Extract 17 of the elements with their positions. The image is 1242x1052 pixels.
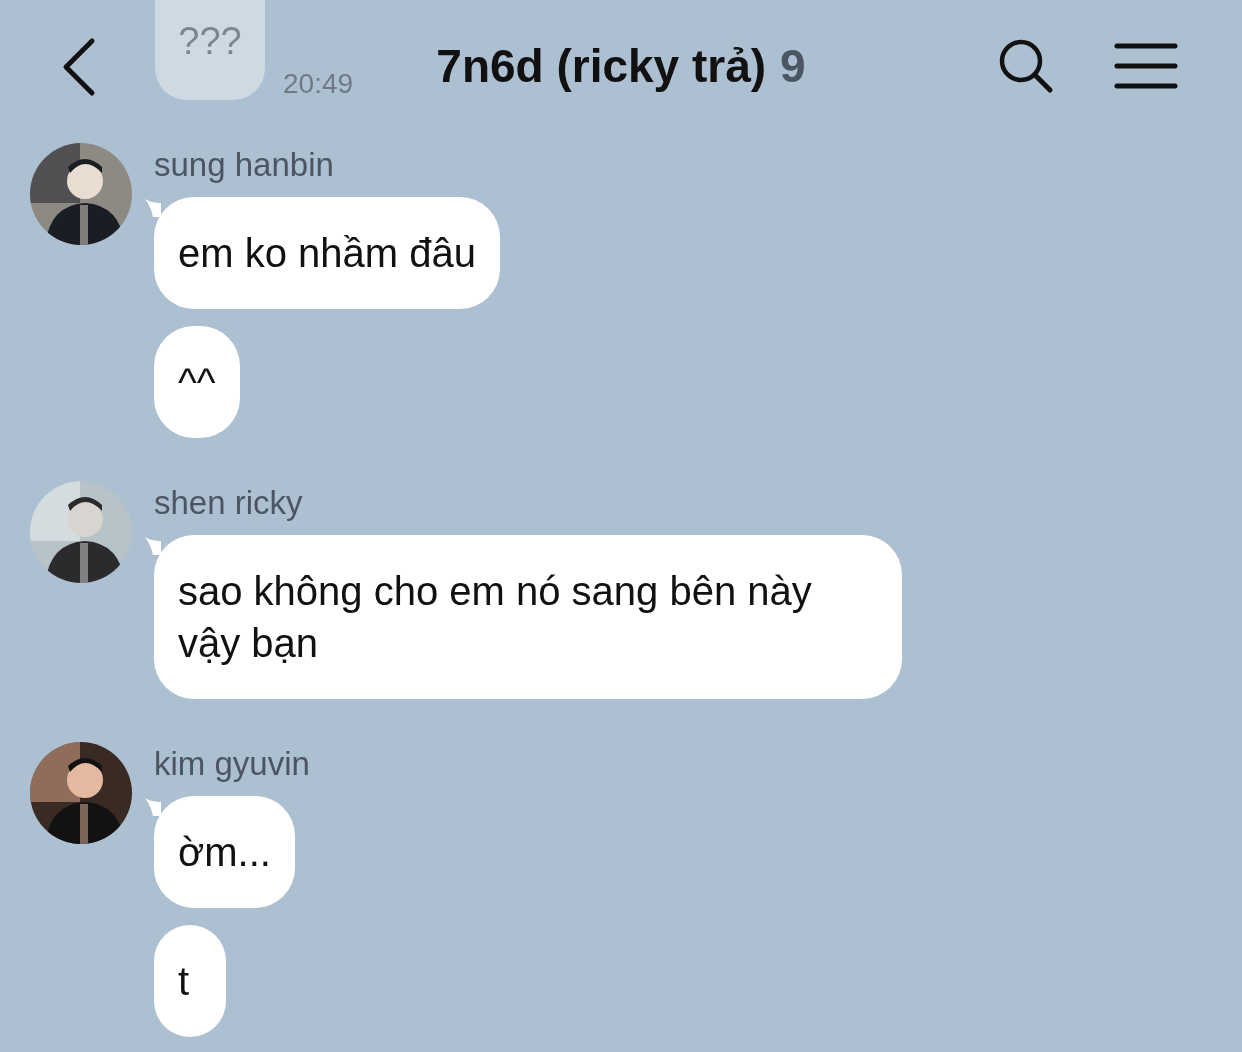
message-bubble: t bbox=[154, 925, 226, 1037]
message-bubble: ờm... bbox=[154, 796, 295, 908]
message-bubble: sao không cho em nó sang bên này vậy bạn bbox=[154, 535, 902, 699]
sender-name: sung hanbin bbox=[154, 145, 334, 185]
search-icon[interactable] bbox=[998, 38, 1054, 94]
message-time: 20:49 bbox=[283, 68, 354, 100]
message-bubble: em ko nhầm đâu bbox=[154, 197, 500, 309]
bubble-tail bbox=[145, 199, 161, 217]
bubble-tail bbox=[145, 537, 161, 555]
member-count: 9 bbox=[780, 39, 806, 94]
bubble-tail bbox=[145, 798, 161, 816]
message-bubble: ??? bbox=[155, 0, 265, 100]
chat-title: 7n6d (ricky trả) bbox=[436, 39, 767, 94]
sender-name: shen ricky bbox=[154, 483, 303, 523]
message-bubble: ^^ bbox=[154, 326, 240, 438]
sender-name: kim gyuvin bbox=[154, 744, 310, 784]
menu-icon[interactable] bbox=[1114, 42, 1178, 90]
